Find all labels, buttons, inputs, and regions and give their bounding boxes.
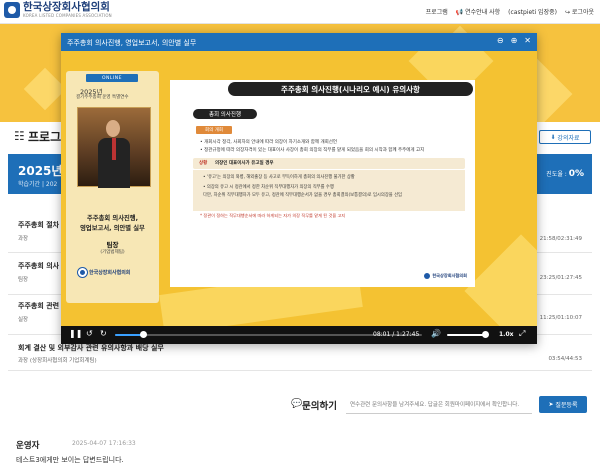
player-controls: ❚❚ ↺ ↻ 08:01 / 1:27:45 🔊 1.0x ⤢ [61,326,537,344]
fullscreen-icon[interactable]: ⤢ [519,329,525,339]
volume-handle[interactable] [482,331,489,338]
rewind-icon[interactable]: ↺ [86,329,93,338]
volume-icon[interactable]: 🔊 [431,329,441,338]
slide-logo: 한국상장회사협의회 [424,273,467,279]
progress-rate: 진도율 : 0% [546,169,584,179]
slide-detail-box: • '유고'는 의장의 와병, 해외출장 등 사고로 부득이하게 총회의 의사진… [193,170,465,211]
qa-input[interactable] [346,396,532,414]
nav-guide-label: 연수안내 사항 [465,9,501,16]
logo-icon [4,2,20,18]
course-period: 학습기간 | 202 [18,181,58,188]
materials-button[interactable]: ⬇ 강의자료 [539,130,591,144]
volume-slider[interactable] [447,331,489,338]
lecture-time: 23:25/01:27:45 [539,275,582,281]
case-label: 상황 [199,161,208,166]
nav-logout-label: 로그아웃 [571,9,594,16]
logo-subtitle: KOREA LISTED COMPANIES ASSOCIATION [23,13,112,18]
progress-label: 진도율 : [546,171,567,178]
top-bar: 한국상장회사협의회 KOREA LISTED COMPANIES ASSOCIA… [0,0,600,24]
qa-submit-button[interactable]: ➤ 질문등록 [539,396,587,413]
card-logo-text: 한국상장회사협의회 [89,269,131,276]
card-affiliation: (기업법제팀) [100,250,125,255]
nav-logout[interactable]: ↪ 로그아웃 [565,7,594,16]
slide-logo-icon [424,273,431,279]
time-current: 08:01 [373,331,391,338]
slide-section: 총회 의사진행 [193,109,257,119]
nav-user: (castpieti 입장중) [508,9,557,16]
zoom-in-icon[interactable]: ⊕ [511,36,518,45]
grid-icon: ☷ [14,129,25,143]
lecture-title: 주주총회 관련 [18,302,60,310]
top-nav: 프로그램 📢 연수안내 사항 (castpieti 입장중) ↪ 로그아웃 [426,7,594,16]
chat-icon: 💬 [291,399,303,409]
zoom-out-icon[interactable]: ⊖ [497,36,504,45]
time-total: 1:27:45 [396,331,420,338]
logo-name: 한국상장회사협의회 [23,1,110,13]
qa-submit-label: 질문등록 [555,402,578,409]
slide-note: * 정관이 정하는 직무대행순서에 따라 하게되는 자가 의장 직무를 맡게 된… [200,213,346,218]
lecture-instructor: 과장 [18,236,29,242]
lecture-title: 회계 결산 및 외부감사 관련 유의사항과 배당 실무 [18,344,164,352]
site-logo[interactable]: 한국상장회사협의회 KOREA LISTED COMPANIES ASSOCIA… [4,2,112,18]
lecture-instructor: 팀장 [18,277,29,283]
lecture-time: 11:25/01:10:07 [539,315,582,321]
qa-title: 문의하기 [302,401,337,412]
nav-program[interactable]: 프로그램 [426,7,448,16]
speaker-photo [77,107,151,188]
pause-icon[interactable]: ❚❚ [69,329,82,338]
time-display: 08:01 / 1:27:45 [373,331,420,338]
comment-text: 테스트3에게만 보이는 답변드립니다. [16,456,124,464]
card-topic-line2: 영업보고서, 의안별 실무 [80,225,145,232]
comment-date: 2025-04-07 17:16:33 [72,440,136,447]
case-text: 의장인 대표이사가 유고일 경우 [215,161,274,166]
card-logo: 한국상장회사협의회 [78,265,148,279]
player-title: 주주총회 의사진행, 영업보고서, 의안별 실무 [67,39,197,47]
slide-title: 주주총회 의사진행(시나리오 예시) 유의사항 [228,82,473,96]
card-topic-line1: 주주총회 의사진행, [87,215,138,222]
lecture-time: 03:54/44:53 [548,356,582,362]
slide-logo-text: 한국상장회사협의회 [432,273,467,278]
seek-handle[interactable] [140,331,148,338]
slide-case: 상황 의장인 대표이사가 유고일 경우 [193,158,465,169]
detail-line: • 의장의 유고 시 정관에서 정한 차순위 직무대행자가 의장의 직무를 수행 [203,185,334,190]
card-speaker: 팀장 [106,241,119,249]
comment-author: 운영자 [16,441,40,451]
video-frame[interactable]: ONLINE 2025년 결기주주총회 운영 특별연수 주주총회 의사진행, 영… [61,51,537,326]
close-icon[interactable]: ✕ [524,36,531,45]
playback-rate[interactable]: 1.0x [499,331,514,338]
course-title: 2025년 [18,164,63,178]
detail-line: • '유고'는 의장의 와병, 해외출장 등 사고로 부득이하게 총회의 의사진… [203,175,355,180]
slide-bullet: • 개회시각 정각, 사회자의 안내에 따라 의장이 자기소개와 함께 개회선언 [200,140,338,145]
card-subtitle: 결기주주총회 운영 특별연수 [76,95,129,100]
association-logo-icon [78,267,87,277]
lecture-title: 주주총회 절차 [18,221,60,229]
lecture-instructor: 과장 (상장회사협의회 기업회계팀) [18,358,97,364]
page-title: 프로그 [28,130,62,144]
detail-line: 다만, 차순위 직무대행자가 모두 유고, 정관에 직무대행순서가 없을 경우 … [203,193,402,198]
slide-bullet: • 정관규정에 따라 의장자격이 있는 대표이사 사장이 총회 의장의 직무를 … [200,148,425,153]
presentation-slide: 주주총회 의사진행(시나리오 예시) 유의사항 총회 의사진행 회의 개회 • … [170,80,475,287]
nav-guide[interactable]: 📢 연수안내 사항 [456,7,500,16]
progress-value: 0% [568,169,584,179]
forward-icon[interactable]: ↻ [100,329,107,338]
video-player-modal: 주주총회 의사진행, 영업보고서, 의안별 실무 ⊖ ⊕ ✕ ONLINE 20… [61,33,537,344]
lecture-time: 21:58/02:31:49 [539,236,582,242]
lecture-info-card: ONLINE 2025년 결기주주총회 운영 특별연수 주주총회 의사진행, 영… [66,71,159,303]
materials-button-label: 강의자료 [557,134,580,142]
seek-bar-fill [115,334,144,336]
lecture-title: 주주총회 의사 [18,262,60,270]
player-header: 주주총회 의사진행, 영업보고서, 의안별 실무 ⊖ ⊕ ✕ [61,33,537,51]
slide-tag: 회의 개회 [196,126,232,134]
online-badge: ONLINE [86,74,138,82]
lecture-instructor: 실장 [18,317,29,323]
player-tools: ⊖ ⊕ ✕ [497,36,531,45]
